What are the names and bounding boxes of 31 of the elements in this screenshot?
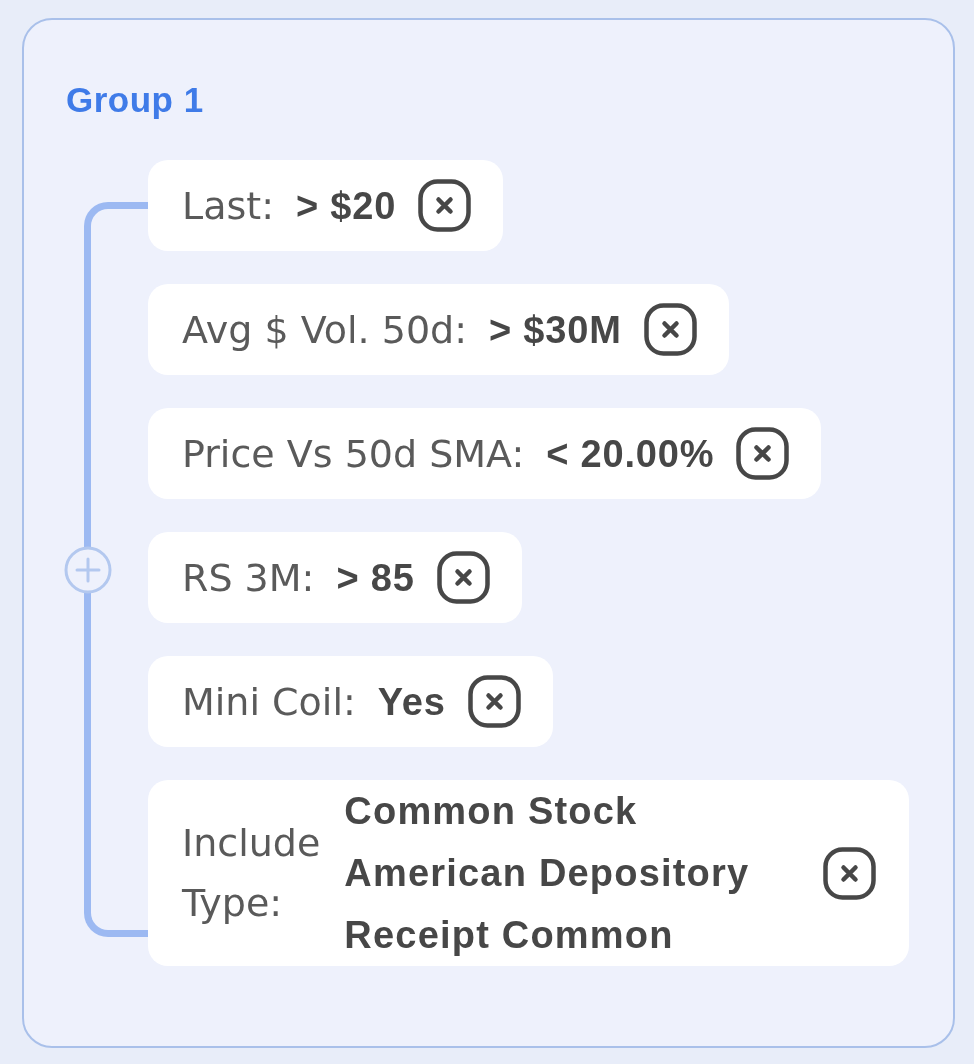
filter-value: > $20 [295,183,397,229]
group-title: Group 1 [66,79,204,121]
filter-value: American Depository Receipt Common [344,851,751,958]
filter-value: Common Stock [344,789,639,834]
close-icon [823,846,877,900]
close-icon [467,675,521,728]
filter-value: > 85 [336,555,415,601]
close-icon [643,303,697,356]
remove-button[interactable] [643,303,697,356]
filter-chip[interactable]: Price Vs 50d SMA: < 20.00% [148,408,822,499]
remove-button[interactable] [736,427,790,480]
filter-label: Price Vs 50d SMA: [182,430,525,477]
filter-label: Last: [182,182,274,229]
close-icon [418,179,472,232]
filter-label: Include Type: [182,820,321,927]
filter-label: RS 3M: [182,554,315,601]
remove-button[interactable] [436,551,490,604]
close-icon [436,551,490,604]
remove-button[interactable] [823,846,877,900]
filter-label: Mini Coil: [182,678,356,725]
remove-button[interactable] [467,675,521,728]
filter-chip[interactable]: Avg $ Vol. 50d: > $30M [148,284,729,375]
close-icon [736,427,790,480]
filter-value: < 20.00% [546,431,715,477]
filter-value: Yes [377,679,446,725]
filter-label: Avg $ Vol. 50d: [182,306,467,353]
filter-chip[interactable]: Last: > $20 [148,160,504,251]
filter-chip[interactable]: RS 3M: > 85 [148,532,522,623]
filter-chip[interactable]: Mini Coil: Yes [148,656,553,747]
filter-value: > $30M [489,307,622,353]
remove-button[interactable] [418,179,472,232]
